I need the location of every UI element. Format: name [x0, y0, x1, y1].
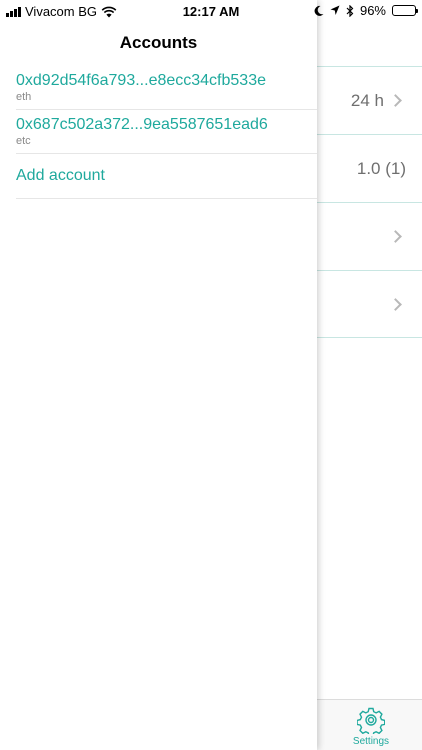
account-item[interactable]: 0x687c502a372...9ea5587651ead6 etc	[16, 110, 317, 154]
tab-settings-label: Settings	[352, 736, 390, 747]
bluetooth-icon	[346, 4, 354, 17]
chevron-right-icon	[389, 298, 402, 311]
battery-percent: 96%	[359, 3, 386, 18]
location-arrow-icon	[330, 5, 340, 15]
status-right: 96%	[313, 3, 418, 18]
settings-row-value: 24 h	[350, 91, 384, 110]
account-address: 0x687c502a372...9ea5587651ead6	[16, 116, 268, 133]
account-network: etc	[16, 135, 31, 147]
accounts-drawer: Accounts 0xd92d54f6a793...e8ecc34cfb533e…	[0, 0, 317, 750]
status-bar: Vivacom BG 12:17 AM 96%	[0, 0, 422, 22]
gear-icon	[357, 707, 385, 734]
account-address: 0xd92d54f6a793...e8ecc34cfb533e	[16, 72, 266, 89]
battery-icon	[392, 5, 418, 16]
chevron-right-icon	[389, 230, 402, 243]
account-item[interactable]: 0xd92d54f6a793...e8ecc34cfb533e eth	[16, 66, 317, 110]
drawer-title: Accounts	[119, 33, 198, 52]
chevron-right-icon	[389, 94, 402, 107]
account-list: 0xd92d54f6a793...e8ecc34cfb533e eth 0x68…	[16, 66, 317, 199]
add-account-button[interactable]: Add account	[16, 154, 317, 199]
settings-row-value: 1.0 (1)	[356, 159, 406, 178]
tab-settings[interactable]: Settings	[338, 706, 404, 747]
account-network: eth	[16, 91, 32, 103]
add-account-label: Add account	[16, 167, 105, 184]
moon-icon	[314, 5, 324, 16]
